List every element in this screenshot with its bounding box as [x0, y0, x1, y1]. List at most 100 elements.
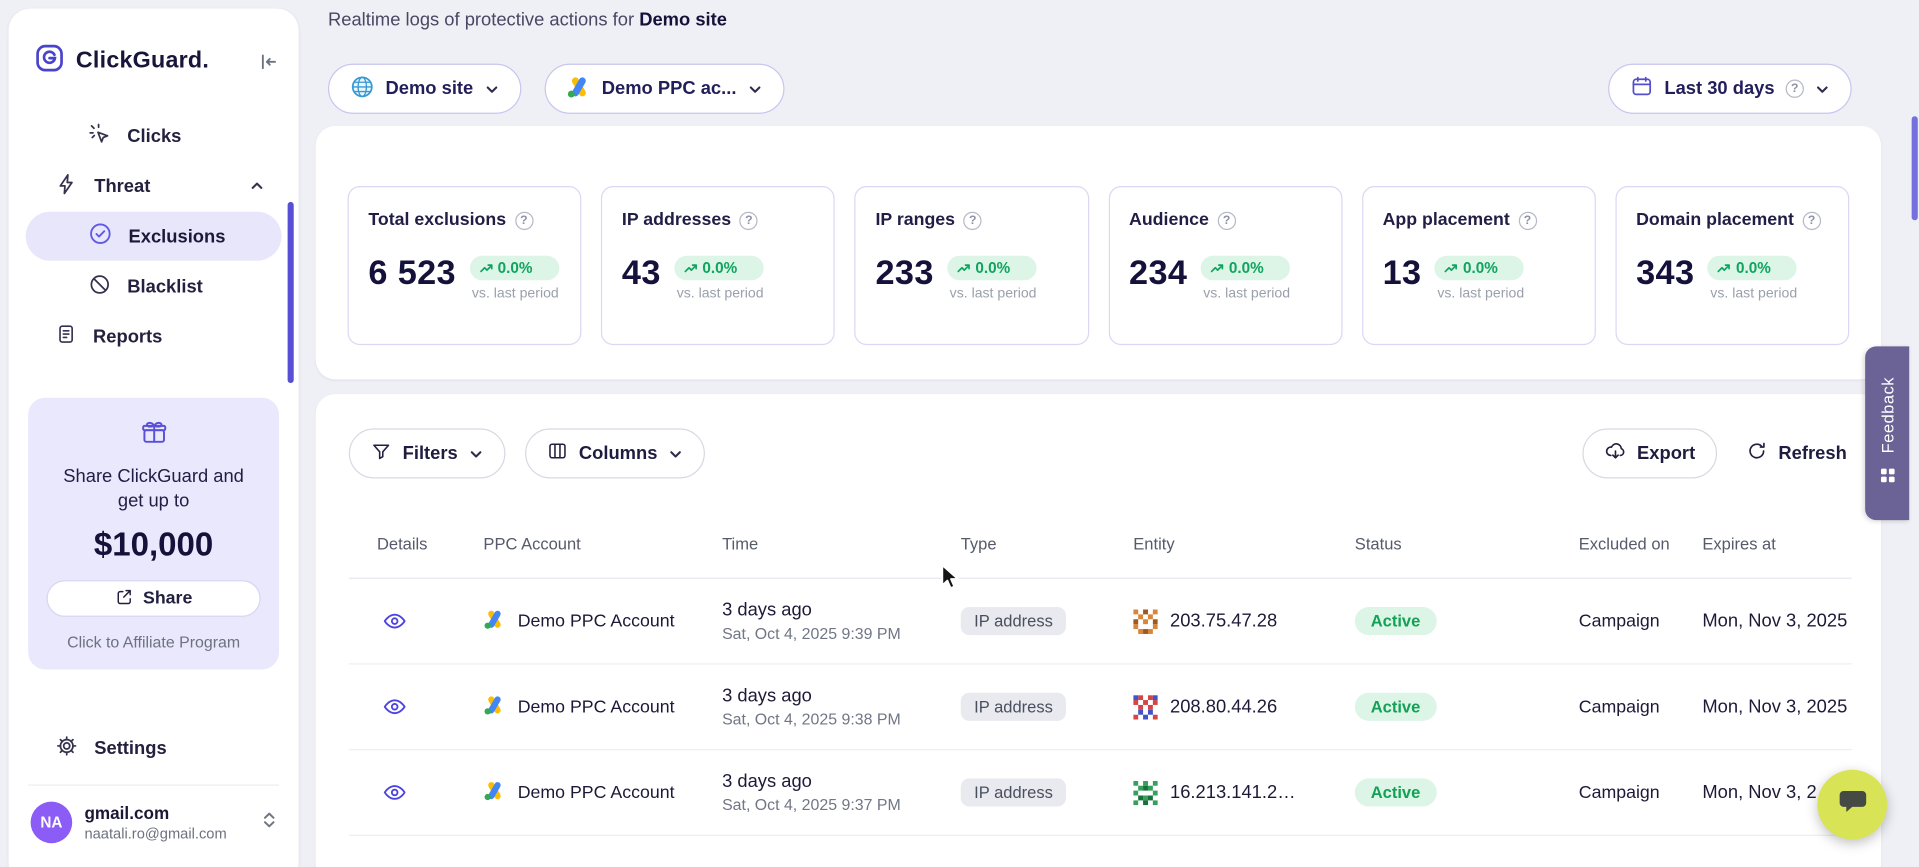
funnel-icon	[371, 441, 392, 467]
col-header-expires-at: Expires at	[1675, 535, 1851, 553]
sidebar-item-exclusions[interactable]: Exclusions	[26, 212, 282, 261]
view-details-eye-icon[interactable]	[382, 694, 408, 720]
globe-icon	[350, 74, 374, 103]
refresh-button[interactable]: Refresh	[1742, 428, 1852, 478]
filter-pill-row: Demo site Demo PPC ac... Last 30 days ?	[328, 64, 1852, 114]
help-icon[interactable]: ?	[1518, 211, 1536, 229]
sidebar-scrollbar-thumb[interactable]	[288, 202, 294, 383]
collapse-sidebar-icon[interactable]	[258, 51, 279, 72]
avatar: NA	[31, 802, 73, 844]
sidebar-item-clicks[interactable]: Clicks	[26, 111, 282, 160]
cursor-click-icon	[88, 122, 111, 150]
sidebar-item-label: Threat	[94, 176, 150, 197]
time-relative: 3 days ago	[722, 771, 934, 792]
view-details-eye-icon[interactable]	[382, 780, 408, 806]
date-range-value: Last 30 days	[1664, 78, 1774, 99]
refresh-icon	[1747, 441, 1768, 467]
columns-button[interactable]: Columns	[525, 428, 705, 478]
excluded-on-value: Campaign	[1552, 783, 1676, 803]
feedback-tab[interactable]: Feedback	[1865, 346, 1909, 520]
clickguard-logo-icon	[34, 43, 65, 80]
external-link-icon	[115, 587, 133, 610]
share-button[interactable]: Share	[47, 580, 261, 617]
promo-text-line2: get up to	[47, 490, 261, 514]
logo-row: ClickGuard.	[9, 9, 299, 82]
stat-caption: vs. last period	[1708, 286, 1797, 301]
expires-at-value: Mon, Nov 3, 2025	[1675, 611, 1851, 632]
sidebar-item-label: Exclusions	[129, 226, 226, 247]
filters-button[interactable]: Filters	[349, 428, 506, 478]
delta-badge: 0.0%	[947, 256, 1036, 280]
sidebar-item-label: Settings	[94, 737, 166, 758]
help-icon[interactable]: ?	[515, 211, 533, 229]
promo-text-line1: Share ClickGuard and	[47, 465, 261, 489]
stat-label: Total exclusions	[368, 211, 506, 231]
stat-caption: vs. last period	[469, 286, 558, 301]
table-row: Demo PPC Account 3 days agoSat, Oct 4, 2…	[349, 665, 1852, 751]
entity-value: 203.75.47.28	[1170, 611, 1277, 632]
refresh-button-label: Refresh	[1778, 443, 1846, 464]
table-row: Demo PPC Account 3 days agoSat, Oct 4, 2…	[349, 750, 1852, 836]
col-header-entity: Entity	[1106, 535, 1328, 553]
help-icon[interactable]: ?	[740, 211, 758, 229]
ppc-account-selector[interactable]: Demo PPC ac...	[544, 64, 784, 114]
promo-amount: $10,000	[47, 526, 261, 564]
share-button-label: Share	[143, 589, 192, 609]
date-range-selector[interactable]: Last 30 days ?	[1608, 64, 1852, 114]
sidebar-item-label: Clicks	[127, 125, 181, 146]
stat-value: 343	[1636, 256, 1694, 290]
stat-label: IP ranges	[875, 211, 955, 231]
view-details-eye-icon[interactable]	[382, 608, 408, 634]
google-ads-icon	[483, 779, 505, 806]
main-content: Realtime logs of protective actions for …	[316, 0, 1881, 867]
subtitle-site-name: Demo site	[639, 10, 727, 31]
chat-launcher-button[interactable]	[1817, 770, 1887, 840]
time-relative: 3 days ago	[722, 600, 934, 621]
gear-icon	[55, 734, 78, 762]
document-icon	[55, 323, 77, 350]
type-badge: IP address	[961, 693, 1067, 721]
trend-up-icon	[1445, 263, 1458, 274]
sidebar-item-reports[interactable]: Reports	[26, 312, 282, 361]
stat-label: Audience	[1129, 211, 1209, 231]
export-button[interactable]: Export	[1582, 428, 1717, 478]
affiliate-program-link[interactable]: Click to Affiliate Program	[47, 633, 261, 651]
chevron-down-icon	[747, 81, 762, 96]
trend-up-icon	[684, 263, 697, 274]
col-header-status: Status	[1328, 535, 1552, 553]
site-selector-value: Demo site	[386, 78, 474, 99]
sidebar-item-settings[interactable]: Settings	[26, 723, 282, 772]
chevron-up-down-icon	[259, 810, 279, 836]
gift-icon	[139, 431, 168, 452]
ppc-account-name: Demo PPC Account	[518, 611, 675, 631]
table-header: Details PPC Account Time Type Entity Sta…	[349, 510, 1852, 579]
sidebar-item-threat[interactable]: Threat	[26, 162, 282, 211]
stat-audience: Audience? 234 0.0% vs. last period	[1108, 186, 1342, 345]
status-badge: Active	[1355, 693, 1436, 721]
google-ads-icon	[566, 74, 590, 103]
site-selector[interactable]: Demo site	[328, 64, 521, 114]
excluded-on-value: Campaign	[1552, 697, 1676, 717]
user-menu[interactable]: NA gmail.com naatali.ro@gmail.com	[9, 786, 299, 844]
stat-label: Domain placement	[1636, 211, 1794, 231]
help-icon[interactable]: ?	[964, 211, 982, 229]
sidebar-nav: Clicks Threat Exclusions Blacklist Repor…	[9, 82, 299, 361]
prohibit-icon	[88, 272, 111, 300]
time-exact: Sat, Oct 4, 2025 9:38 PM	[722, 710, 934, 728]
stat-value: 234	[1129, 256, 1187, 290]
stat-ip-addresses: IP addresses? 43 0.0% vs. last period	[601, 186, 835, 345]
ppc-account-name: Demo PPC Account	[518, 697, 675, 717]
help-icon: ?	[1786, 80, 1804, 98]
chevron-down-icon	[469, 446, 484, 461]
columns-icon	[547, 441, 568, 467]
exclusions-table-card: Filters Columns Export Refresh	[316, 394, 1881, 867]
help-icon[interactable]: ?	[1217, 211, 1235, 229]
page-scrollbar-thumb[interactable]	[1912, 116, 1918, 220]
stat-domain-placement: Domain placement? 343 0.0% vs. last peri…	[1615, 186, 1849, 345]
chat-bubble-icon	[1836, 786, 1868, 824]
type-badge: IP address	[961, 778, 1067, 806]
chevron-down-icon	[668, 446, 683, 461]
sidebar-item-blacklist[interactable]: Blacklist	[26, 262, 282, 311]
stat-total-exclusions: Total exclusions? 6 523 0.0% vs. last pe…	[348, 186, 582, 345]
help-icon[interactable]: ?	[1802, 211, 1820, 229]
